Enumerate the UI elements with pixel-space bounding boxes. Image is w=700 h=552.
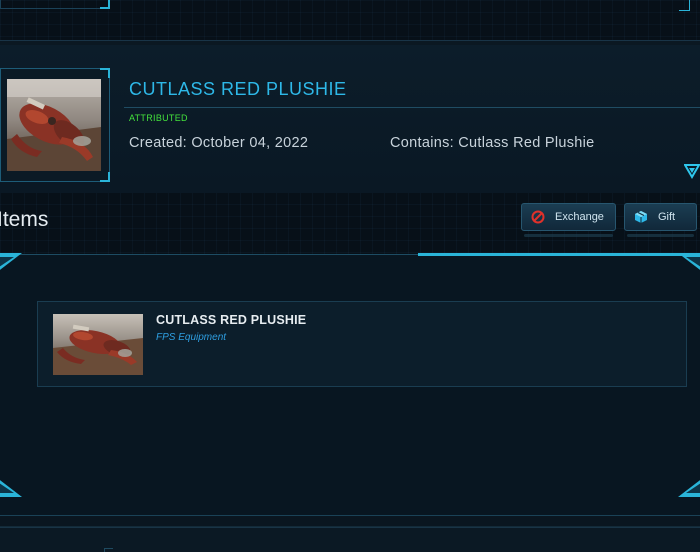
next-card-corner	[104, 548, 113, 552]
pledge-title: CUTLASS RED PLUSHIE	[129, 79, 347, 99]
item-type: FPS Equipment	[156, 332, 227, 343]
corner-bracket-icon	[678, 253, 700, 270]
pledge-thumbnail-image	[7, 79, 101, 171]
pledge-created-date: Created: October 04, 2022	[129, 135, 309, 151]
pledge-page: CUTLASS RED PLUSHIE ATTRIBUTED Created: …	[0, 0, 700, 552]
item-thumbnail	[53, 314, 143, 375]
list-item[interactable]: CUTLASS RED PLUSHIE FPS Equipment	[37, 301, 687, 387]
card-separator	[0, 516, 700, 527]
title-divider	[124, 107, 700, 108]
exchange-button[interactable]: Exchange	[521, 203, 616, 237]
pledge-thumbnail	[0, 68, 110, 182]
gift-button-label: Gift	[658, 211, 676, 223]
gift-box-icon	[634, 210, 648, 224]
items-heading: Items	[0, 208, 49, 231]
previous-card-corner	[679, 0, 690, 11]
item-name: CUTLASS RED PLUSHIE	[156, 313, 307, 327]
chevron-down-icon[interactable]	[683, 163, 700, 179]
gift-button[interactable]: Gift	[624, 203, 697, 237]
corner-bracket-icon	[0, 253, 22, 270]
prohibited-icon	[531, 210, 545, 224]
corner-bracket-icon	[678, 480, 700, 497]
next-pledge-card	[0, 527, 700, 552]
previous-pledge-card	[0, 0, 110, 9]
corner-bracket-icon	[0, 480, 22, 497]
pledge-contains: Contains: Cutlass Red Plushie	[390, 135, 595, 151]
items-panel: CUTLASS RED PLUSHIE FPS Equipment	[0, 253, 700, 516]
exchange-button-label: Exchange	[555, 211, 604, 223]
panel-accent-bar	[418, 253, 700, 256]
pledge-card[interactable]: CUTLASS RED PLUSHIE ATTRIBUTED Created: …	[0, 45, 700, 193]
pledge-status-badge: ATTRIBUTED	[129, 113, 188, 123]
